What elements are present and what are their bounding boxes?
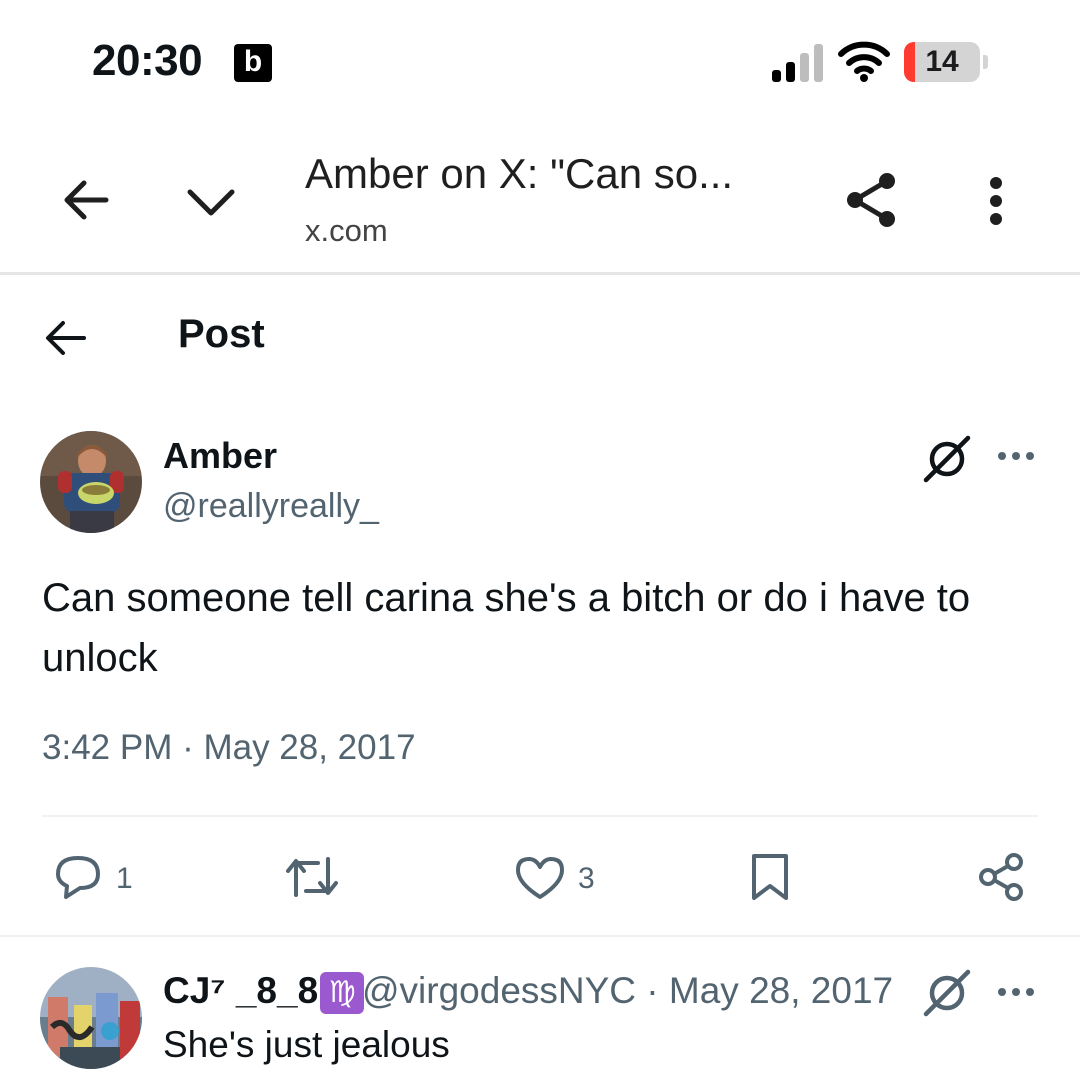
- chevron-down-icon[interactable]: [183, 174, 239, 230]
- browser-page-title[interactable]: Amber on X: "Can so...: [305, 150, 733, 198]
- notification-badge: b: [234, 44, 272, 82]
- reply-author-name-text: CJ⁷ _8_8: [163, 970, 319, 1011]
- reply-icon[interactable]: [52, 854, 104, 900]
- battery-indicator: 14: [904, 42, 988, 82]
- author-name[interactable]: Amber: [163, 435, 277, 477]
- signal-icon: [772, 44, 823, 82]
- reply-count: 1: [116, 862, 133, 895]
- wifi-icon: [838, 41, 890, 82]
- browser-divider: [0, 272, 1080, 275]
- browser-url[interactable]: x.com: [305, 213, 388, 249]
- retweet-icon[interactable]: [284, 855, 340, 899]
- page-title: Post: [178, 312, 265, 356]
- post-timestamp[interactable]: 3:42 PM · May 28, 2017: [42, 728, 416, 768]
- virgo-badge: ♍: [320, 972, 365, 1015]
- more-horizontal-icon[interactable]: [996, 984, 1036, 1000]
- grok-icon[interactable]: [922, 434, 972, 484]
- status-time: 20:30: [92, 36, 203, 85]
- more-horizontal-icon[interactable]: [996, 448, 1036, 464]
- like-count: 3: [578, 862, 595, 895]
- reply-author-handle[interactable]: @virgodessNYC · May 28, 2017: [362, 970, 893, 1012]
- share-icon[interactable]: [843, 170, 901, 230]
- post-text: Can someone tell carina she's a bitch or…: [42, 576, 971, 680]
- reply-avatar[interactable]: [40, 967, 142, 1069]
- like-icon[interactable]: [514, 855, 566, 901]
- avatar[interactable]: [40, 431, 142, 533]
- author-handle[interactable]: @reallyreally_: [163, 487, 379, 526]
- divider: [42, 815, 1038, 817]
- share-node-icon[interactable]: [976, 852, 1026, 902]
- divider: [0, 935, 1080, 937]
- reply-text: She's just jealous: [163, 1024, 450, 1065]
- more-vertical-icon[interactable]: [985, 176, 1007, 226]
- grok-icon[interactable]: [922, 968, 972, 1018]
- back-arrow-icon[interactable]: [44, 318, 86, 358]
- reply-author-name[interactable]: CJ⁷ _8_8 ♍: [163, 970, 365, 1015]
- battery-level: 14: [925, 45, 959, 78]
- bookmark-icon[interactable]: [749, 852, 791, 902]
- back-arrow-icon[interactable]: [58, 172, 114, 228]
